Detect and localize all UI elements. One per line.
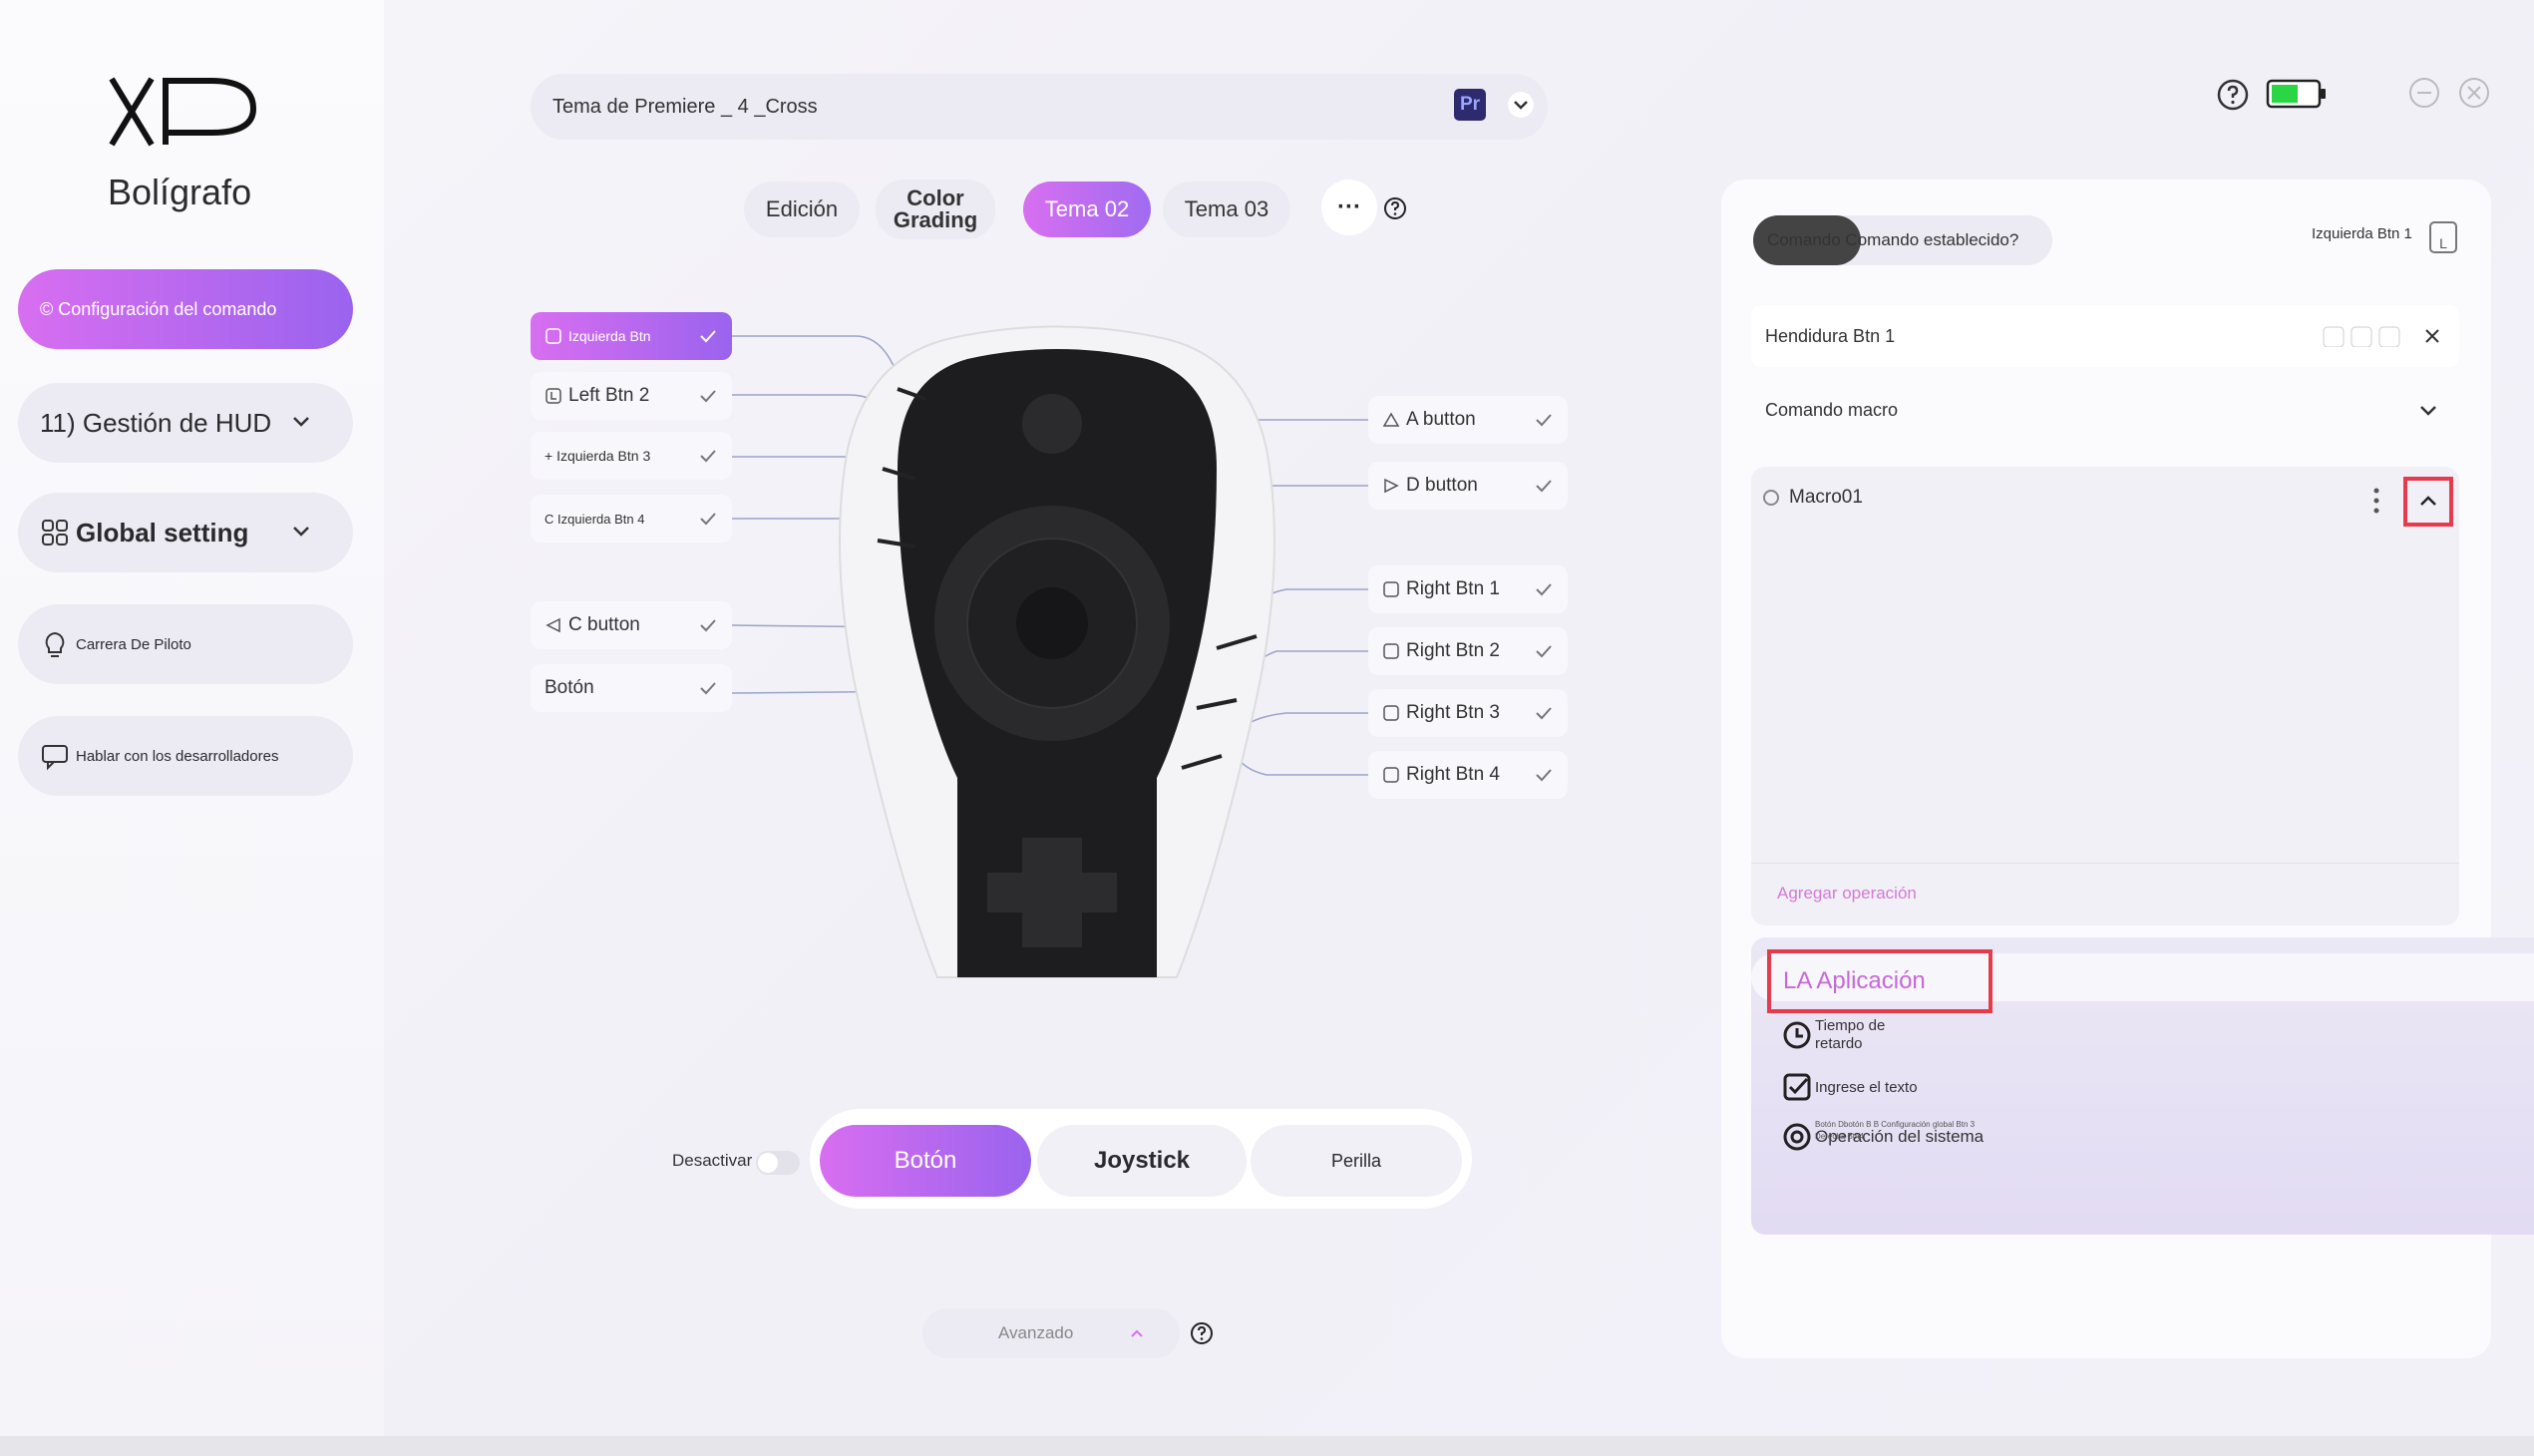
button-item-right-btn-3[interactable]: Right Btn 3 — [1368, 689, 1568, 737]
button-item-d-button[interactable]: D button — [1368, 462, 1568, 510]
sidebar-item-label: Global setting — [76, 517, 249, 547]
command-type-select[interactable]: Comando macro — [1751, 379, 2459, 441]
more-button[interactable]: ··· — [1321, 180, 1377, 235]
button-item-right-btn-4[interactable]: Right Btn 4 — [1368, 751, 1568, 799]
premiere-app-icon: Pr — [1454, 89, 1486, 121]
divider — [1751, 863, 2459, 864]
sidebar-item-label: © Configuración del comando — [40, 298, 277, 319]
profile-selector[interactable]: Tema de Premiere _ 4 _Cross — [531, 74, 1548, 140]
menu-item-delay[interactable]: Tiempo de retardo — [1781, 1017, 1935, 1053]
battery-icon — [2266, 79, 2326, 109]
controller-device-illustration — [839, 325, 1275, 978]
button-item-boton[interactable]: Botón — [531, 664, 732, 712]
tab-tema-03[interactable]: Tema 03 — [1163, 182, 1290, 237]
lightbulb-icon — [45, 631, 65, 657]
command-set-indicator: Comando Comando establecido? — [1753, 215, 2052, 265]
check-icon — [1536, 480, 1552, 493]
system-op-hint: Botón Dbotón B B Configuración global Bt… — [1815, 1120, 1976, 1141]
tab-tema-02[interactable]: Tema 02 — [1023, 182, 1151, 237]
tab-edicion[interactable]: Edición — [744, 182, 860, 237]
check-icon — [1536, 645, 1552, 658]
radio-icon[interactable] — [1763, 490, 1779, 506]
command-key-label: Izquierda Btn 1 — [2312, 225, 2412, 242]
chevron-up-icon — [1131, 1329, 1143, 1337]
close-icon[interactable] — [2457, 76, 2491, 110]
sidebar-item-label: Carrera De Piloto — [76, 635, 191, 653]
button-item-a-button[interactable]: A button — [1368, 396, 1568, 444]
triangle-up-icon — [1382, 412, 1400, 427]
check-icon — [700, 682, 716, 695]
check-icon — [1536, 707, 1552, 720]
help-icon[interactable] — [1382, 195, 1408, 221]
deactivate-toggle[interactable] — [756, 1151, 800, 1175]
check-icon — [700, 513, 716, 526]
check-icon — [700, 330, 716, 343]
minimize-icon[interactable] — [2407, 76, 2441, 110]
right-key-icon — [1383, 705, 1399, 721]
button-item-izquierda-btn[interactable]: Izquierda Btn — [531, 312, 732, 360]
right-key-icon — [1383, 581, 1399, 597]
product-name: Bolígrafo — [108, 172, 252, 212]
sidebar-item-developers[interactable]: Hablar con los desarrolladores — [18, 716, 353, 796]
target-icon — [1783, 1123, 1811, 1151]
right-key-icon — [1383, 767, 1399, 783]
button-item-izquierda-btn-3[interactable]: + Izquierda Btn 3 — [531, 432, 732, 480]
xp-logo — [109, 77, 257, 147]
button-item-c-button[interactable]: C button — [531, 601, 732, 649]
sidebar-item-label: 11) Gestión de HUD — [40, 407, 272, 438]
application-option[interactable]: LA Aplicación — [1767, 949, 1992, 1013]
mode-joystick[interactable]: Joystick — [1037, 1125, 1247, 1197]
button-item-left-btn-2[interactable]: Left Btn 2 — [531, 372, 732, 420]
chevron-down-icon[interactable] — [1508, 92, 1534, 118]
button-item-right-btn-2[interactable]: Right Btn 2 — [1368, 627, 1568, 675]
chevron-up-icon — [2420, 496, 2436, 506]
button-item-izquierda-btn-4[interactable]: C Izquierda Btn 4 — [531, 495, 732, 543]
left-key-icon — [545, 328, 561, 344]
mode-boton[interactable]: Botón — [820, 1125, 1031, 1197]
sidebar-item-global-setting[interactable]: Global setting — [18, 493, 353, 572]
sidebar-item-hud[interactable]: 11) Gestión de HUD — [18, 383, 353, 463]
add-operation-link[interactable]: Agregar operación — [1777, 884, 1917, 904]
chevron-down-icon — [293, 417, 309, 427]
check-icon — [700, 390, 716, 403]
sidebar-item-pilot[interactable]: Carrera De Piloto — [18, 604, 353, 684]
collapse-button[interactable] — [2403, 477, 2453, 527]
macro-item[interactable]: Macro01 — [1763, 487, 1863, 509]
triangle-left-icon — [545, 617, 560, 633]
check-icon — [1536, 583, 1552, 596]
kebab-menu-icon[interactable] — [2371, 487, 2381, 515]
left-key-icon: L — [2429, 221, 2457, 253]
left-key-icon — [545, 388, 561, 404]
button-item-right-btn-1[interactable]: Right Btn 1 — [1368, 565, 1568, 613]
check-icon — [1536, 414, 1552, 427]
key-field[interactable]: Hendidura Btn 1 — [1751, 305, 2459, 367]
check-icon — [1536, 769, 1552, 782]
check-icon — [700, 450, 716, 463]
grid-icon — [42, 520, 68, 546]
check-icon — [700, 619, 716, 632]
help-icon[interactable] — [2216, 78, 2250, 112]
menu-item-text[interactable]: Ingrese el texto — [1781, 1071, 1918, 1103]
sidebar-item-label: Hablar con los desarrolladores — [76, 747, 279, 765]
footer-bar — [0, 1436, 2534, 1456]
checkbox-icon — [1783, 1073, 1811, 1101]
tab-color-grading[interactable]: Color Grading — [876, 180, 995, 239]
profile-name: Tema de Premiere _ 4 _Cross — [552, 95, 818, 118]
chevron-down-icon — [293, 527, 309, 537]
chat-icon — [42, 745, 68, 771]
chevron-down-icon — [2420, 406, 2436, 416]
macro-list — [1751, 467, 2459, 925]
mode-perilla[interactable]: Perilla — [1251, 1125, 1462, 1197]
help-icon[interactable] — [1189, 1320, 1215, 1346]
clock-icon — [1783, 1021, 1811, 1049]
sidebar-item-command-config[interactable]: © Configuración del comando — [18, 269, 353, 349]
modifier-key-icons — [2323, 326, 2400, 347]
advanced-toggle[interactable]: Avanzado — [922, 1308, 1180, 1358]
deactivate-label: Desactivar — [672, 1151, 753, 1170]
clear-icon[interactable] — [2423, 327, 2441, 345]
triangle-right-icon — [1384, 478, 1399, 494]
right-key-icon — [1383, 643, 1399, 659]
